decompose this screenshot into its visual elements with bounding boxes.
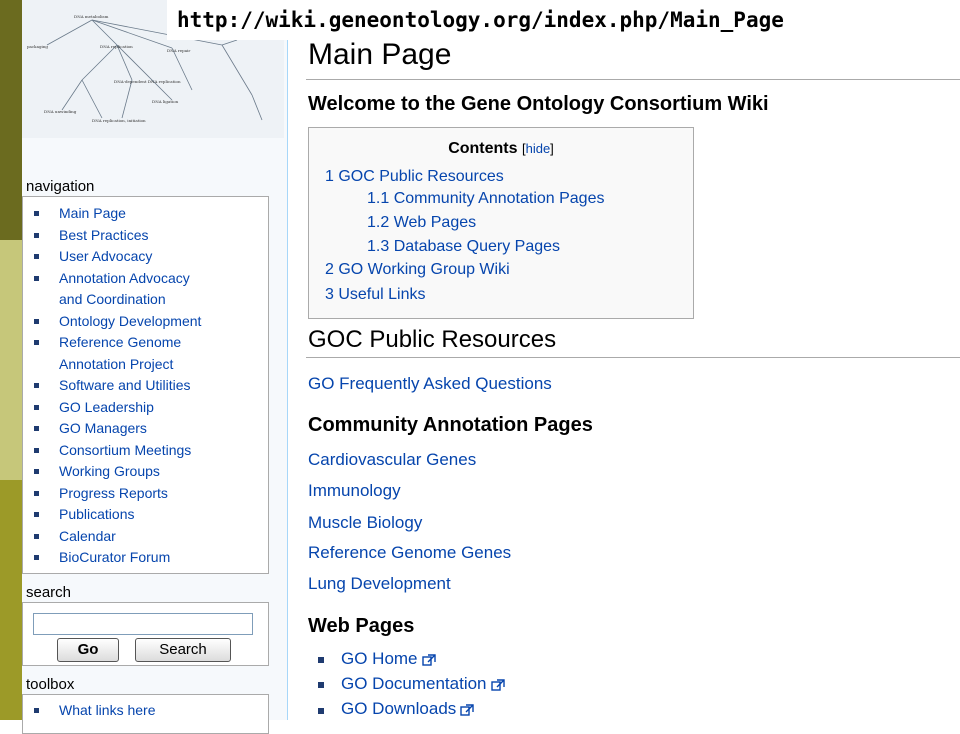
- bullet-icon: [34, 318, 39, 324]
- toc-title-text: Contents: [448, 140, 518, 157]
- toolbox-list: What links here: [23, 695, 268, 722]
- bullet-icon: [34, 340, 39, 345]
- nav-item-main-page[interactable]: Main Page: [23, 203, 268, 225]
- bullet-icon: [34, 555, 39, 560]
- page-url-label: http://wiki.geneontology.org/index.php/M…: [167, 0, 899, 40]
- slide-accent-strip: [0, 0, 22, 720]
- toc-item[interactable]: 2 GO Working Group Wiki: [325, 261, 510, 279]
- nav-item-annotation-advocacy[interactable]: Annotation Advocacy and Coordination: [23, 268, 268, 311]
- community-heading: Community Annotation Pages: [308, 414, 593, 436]
- logo-term: DNA unwinding: [44, 109, 77, 114]
- bullet-icon: [318, 682, 324, 688]
- navigation-box: Main Page Best Practices User Advocacy A…: [22, 196, 269, 574]
- logo-term: DNA replication: [100, 44, 133, 49]
- toc-item[interactable]: 1.1 Community Annotation Pages: [367, 190, 604, 208]
- toolbox-box: What links here: [22, 694, 269, 734]
- toc-item[interactable]: 1.2 Web Pages: [367, 214, 476, 232]
- community-link[interactable]: Muscle Biology: [308, 513, 422, 533]
- external-link-icon: [460, 703, 474, 716]
- nav-item-user-advocacy[interactable]: User Advocacy: [23, 246, 268, 268]
- bullet-icon: [34, 254, 39, 259]
- toc-hide-link[interactable]: hide: [526, 141, 551, 156]
- table-of-contents: Contents [hide] 1 GOC Public Resources 1…: [308, 127, 694, 319]
- bullet-icon: [34, 426, 39, 431]
- section-divider: [306, 357, 960, 358]
- section-heading: GOC Public Resources: [308, 326, 557, 353]
- nav-item-software-utilities[interactable]: Software and Utilities: [23, 375, 268, 397]
- search-title: search: [26, 584, 72, 601]
- nav-item-reference-genome[interactable]: Reference Genome Annotation Project: [23, 332, 268, 375]
- bullet-icon: [34, 469, 39, 474]
- community-link[interactable]: Immunology: [308, 481, 401, 501]
- toc-item[interactable]: 1 GOC Public Resources: [325, 168, 504, 186]
- logo-term: DNA ligation: [152, 99, 179, 104]
- bullet-icon: [318, 708, 324, 714]
- toolbox-item-what-links-here[interactable]: What links here: [23, 700, 268, 722]
- search-button[interactable]: Search: [135, 638, 231, 662]
- logo-term: packaging: [27, 44, 48, 49]
- web-pages-heading: Web Pages: [308, 615, 415, 637]
- external-link-icon: [421, 653, 436, 666]
- toc-hide-toggle[interactable]: [hide]: [522, 141, 554, 156]
- bullet-icon: [34, 490, 39, 496]
- logo-term: DNA replication, initiation: [92, 118, 146, 123]
- community-link[interactable]: Cardiovascular Genes: [308, 450, 476, 470]
- strip-mid-segment: [0, 480, 22, 720]
- toolbox-title: toolbox: [26, 676, 75, 693]
- nav-item-go-managers[interactable]: GO Managers: [23, 418, 268, 440]
- page-title: Main Page: [308, 38, 452, 71]
- bullet-icon: [34, 447, 39, 453]
- web-link-go-home[interactable]: GO Home: [341, 649, 436, 669]
- logo-term: DNA metabolism: [74, 14, 109, 19]
- toc-item[interactable]: 1.3 Database Query Pages: [367, 238, 560, 256]
- bullet-icon: [34, 708, 39, 713]
- nav-item-best-practices[interactable]: Best Practices: [23, 225, 268, 247]
- web-link-go-downloads[interactable]: GO Downloads: [341, 699, 474, 719]
- search-box: Go Search: [22, 602, 269, 666]
- toc-title: Contents [hide]: [309, 140, 693, 158]
- bullet-icon: [318, 657, 324, 663]
- bullet-icon: [34, 383, 39, 388]
- nav-item-ontology-development[interactable]: Ontology Development: [23, 311, 268, 333]
- navigation-list: Main Page Best Practices User Advocacy A…: [23, 197, 268, 569]
- external-link-icon: [490, 678, 505, 691]
- bullet-icon: [34, 512, 39, 517]
- title-divider: [306, 79, 960, 80]
- search-input[interactable]: [33, 613, 253, 635]
- wiki-page: DNA metabolism packaging DNA replication…: [22, 0, 960, 734]
- bullet-icon: [34, 211, 39, 216]
- nav-item-publications[interactable]: Publications: [23, 504, 268, 526]
- web-link-go-documentation[interactable]: GO Documentation: [341, 674, 505, 694]
- nav-item-working-groups[interactable]: Working Groups: [23, 461, 268, 483]
- nav-item-biocurator-forum[interactable]: BioCurator Forum: [23, 547, 268, 569]
- bullet-icon: [34, 404, 39, 410]
- bullet-icon: [34, 533, 39, 539]
- logo-term: DNA-dependent DNA replication: [114, 79, 181, 84]
- logo-term: DNA repair: [167, 48, 190, 53]
- nav-item-progress-reports[interactable]: Progress Reports: [23, 483, 268, 505]
- toc-item[interactable]: 3 Useful Links: [325, 286, 426, 304]
- content-area: Main Page Welcome to the Gene Ontology C…: [287, 0, 960, 720]
- bullet-icon: [34, 275, 39, 281]
- community-link[interactable]: Reference Genome Genes: [308, 543, 511, 563]
- navigation-title: navigation: [26, 178, 95, 195]
- strip-dark-segment: [0, 0, 22, 240]
- bullet-icon: [34, 232, 39, 238]
- strip-light-segment: [0, 240, 22, 480]
- community-link[interactable]: Lung Development: [308, 574, 451, 594]
- nav-item-consortium-meetings[interactable]: Consortium Meetings: [23, 440, 268, 462]
- nav-item-calendar[interactable]: Calendar: [23, 526, 268, 548]
- welcome-heading: Welcome to the Gene Ontology Consortium …: [308, 93, 769, 115]
- faq-link[interactable]: GO Frequently Asked Questions: [308, 374, 552, 394]
- go-button[interactable]: Go: [57, 638, 119, 662]
- nav-item-go-leadership[interactable]: GO Leadership: [23, 397, 268, 419]
